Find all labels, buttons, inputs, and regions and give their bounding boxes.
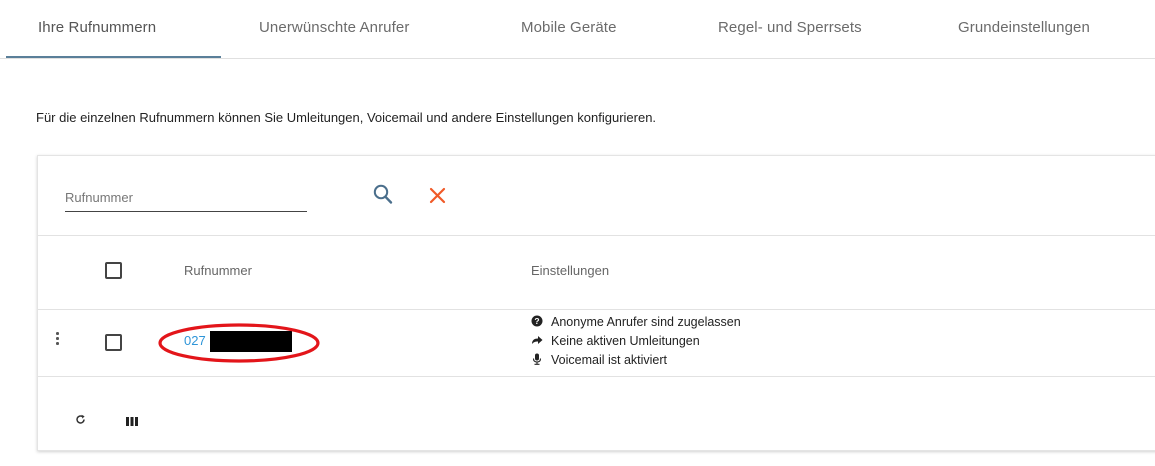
setting-voicemail: Voicemail ist aktiviert <box>531 353 667 367</box>
column-header-rufnummer[interactable]: Rufnummer <box>184 263 252 278</box>
tab-ihre-rufnummern[interactable]: Ihre Rufnummern <box>38 0 156 56</box>
divider <box>38 376 1155 377</box>
search-field <box>65 185 307 212</box>
setting-text: Anonyme Anrufer sind zugelassen <box>551 315 741 329</box>
tab-mobile-geraete[interactable]: Mobile Geräte <box>521 0 617 56</box>
divider <box>38 235 1155 236</box>
numbers-table-card: Rufnummer Einstellungen 027 ? Anonyme An… <box>37 155 1155 451</box>
setting-anonymous-callers: ? Anonyme Anrufer sind zugelassen <box>531 315 741 329</box>
refresh-icon[interactable] <box>75 412 86 430</box>
setting-forwarding: Keine aktiven Umleitungen <box>531 334 700 348</box>
row-checkbox[interactable] <box>105 334 122 351</box>
svg-text:?: ? <box>534 316 539 326</box>
page-description: Für die einzelnen Rufnummern können Sie … <box>36 110 657 125</box>
row-menu-icon[interactable] <box>54 332 60 346</box>
setting-text: Voicemail ist aktiviert <box>551 353 668 367</box>
tab-unerwuenschte-anrufer[interactable]: Unerwünschte Anrufer <box>259 0 409 56</box>
setting-text: Keine aktiven Umleitungen <box>551 334 700 348</box>
question-circle-icon: ? <box>531 315 543 327</box>
active-tab-indicator <box>6 56 221 58</box>
microphone-icon <box>531 353 543 365</box>
tab-grundeinstellungen[interactable]: Grundeinstellungen <box>958 0 1090 56</box>
select-all-checkbox[interactable] <box>105 262 122 279</box>
search-input[interactable] <box>65 185 307 209</box>
close-icon[interactable] <box>428 186 448 206</box>
tab-regel-und-sperrsets[interactable]: Regel- und Sperrsets <box>718 0 862 56</box>
column-header-einstellungen[interactable]: Einstellungen <box>531 263 609 278</box>
divider <box>38 309 1155 310</box>
share-arrow-icon <box>531 334 543 346</box>
search-icon[interactable] <box>372 183 394 207</box>
tab-bar: Ihre Rufnummern Unerwünschte Anrufer Mob… <box>0 0 1155 59</box>
columns-icon[interactable] <box>126 413 138 431</box>
phone-number-link[interactable]: 027 <box>184 333 206 348</box>
redaction-bar <box>210 331 292 352</box>
